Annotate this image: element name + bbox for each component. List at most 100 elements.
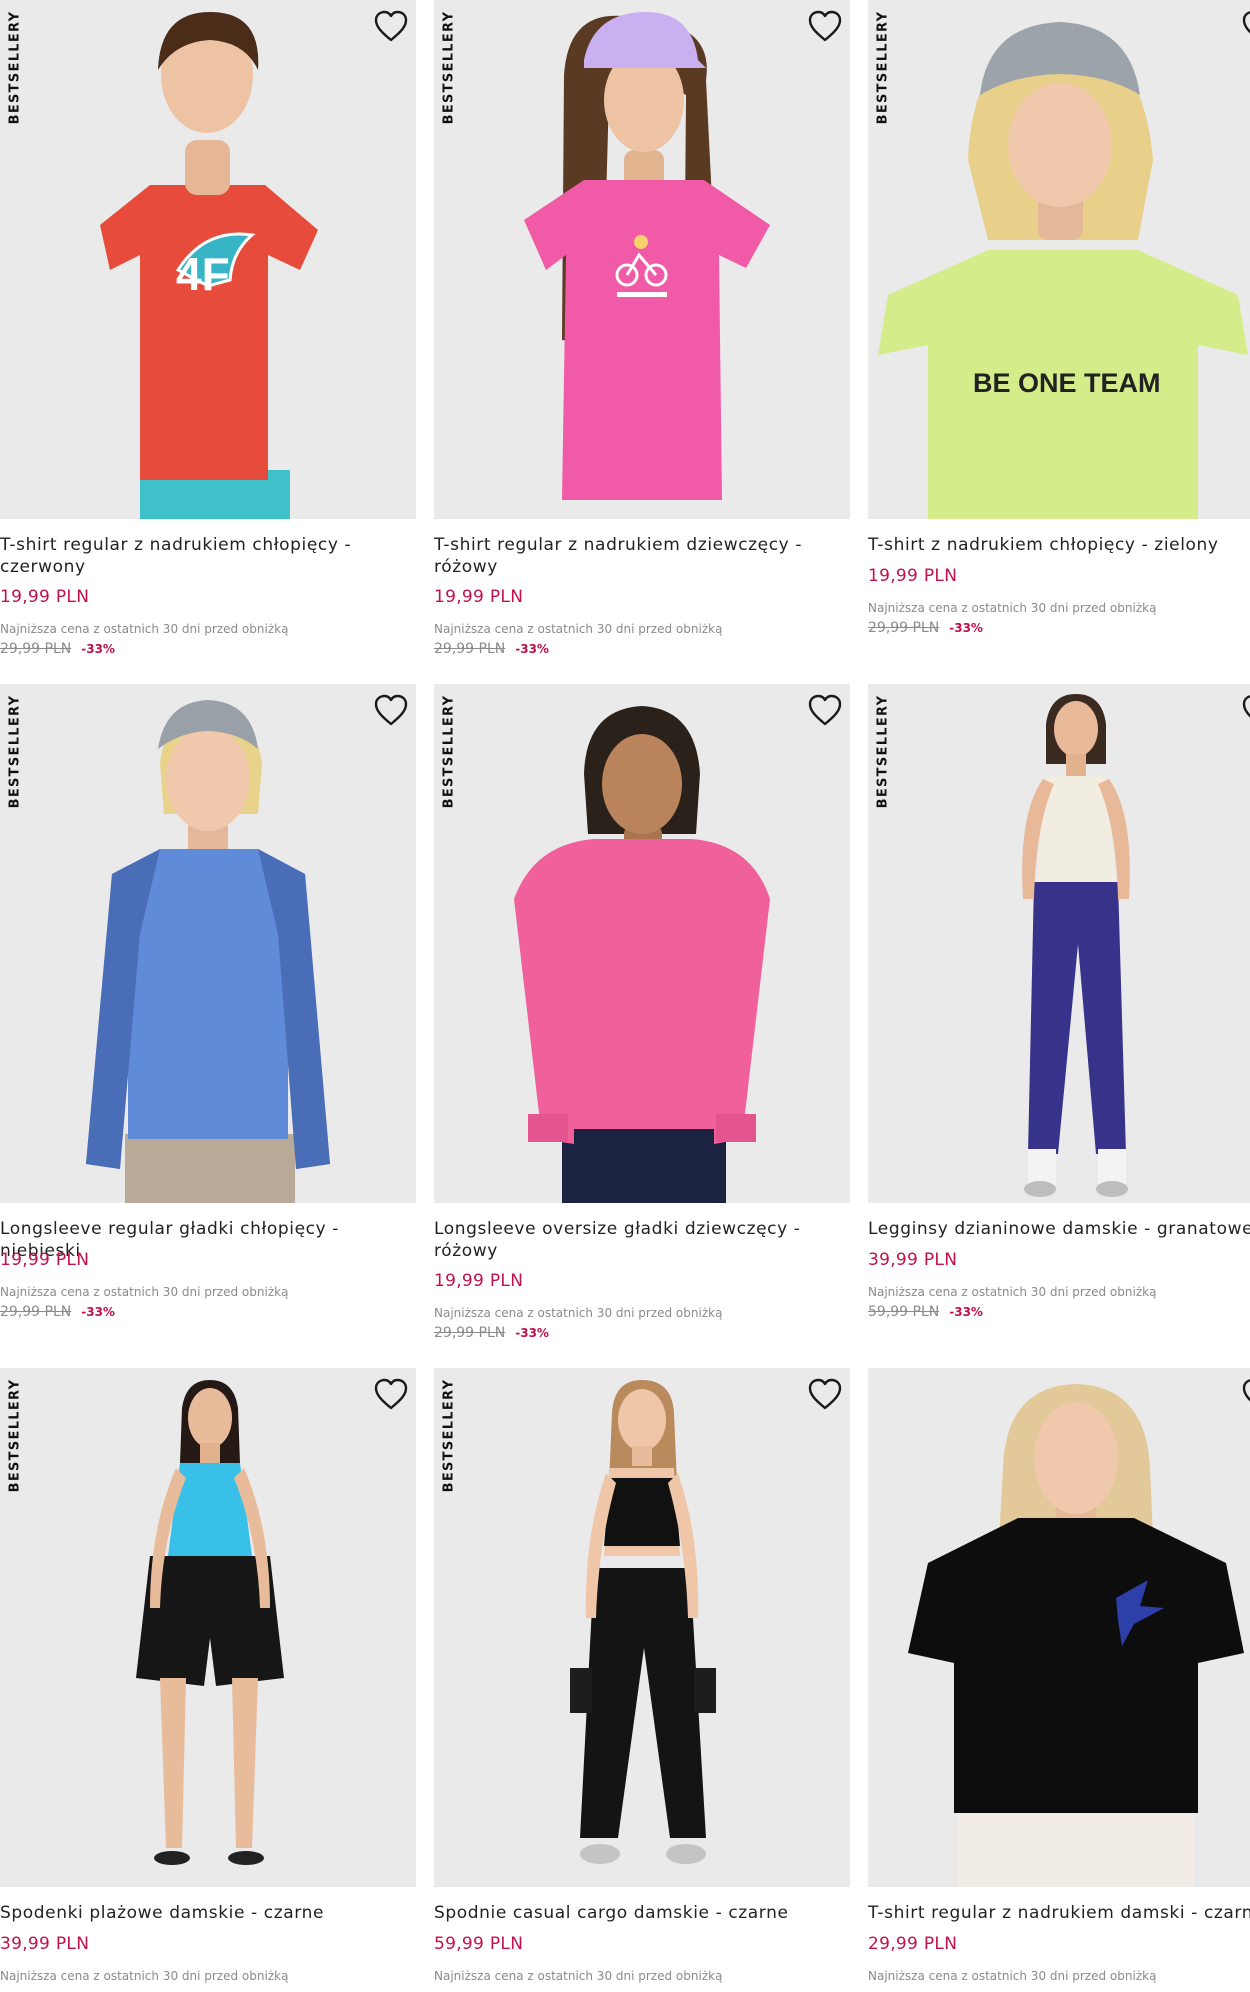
bestseller-badge: BESTSELLERY bbox=[440, 6, 458, 128]
product-image[interactable]: BESTSELLERY bbox=[434, 0, 850, 519]
product-price: 29,99 PLN bbox=[868, 1934, 958, 1954]
product-image[interactable]: BESTSELLERY bbox=[434, 684, 850, 1203]
product-price: 19,99 PLN bbox=[0, 587, 90, 607]
product-price: 19,99 PLN bbox=[868, 566, 958, 586]
favorite-button[interactable] bbox=[1240, 8, 1250, 46]
bestseller-badge: BESTSELLERY bbox=[874, 6, 892, 128]
product-name[interactable]: T-shirt regular z nadrukiem damski - cza… bbox=[868, 1902, 1250, 1924]
product-price: 39,99 PLN bbox=[868, 1250, 958, 1270]
product-image[interactable]: BESTSELLERY bbox=[868, 684, 1250, 1203]
product-image[interactable]: BESTSELLERY bbox=[434, 1368, 850, 1887]
favorite-button[interactable] bbox=[806, 692, 844, 730]
lowest-price-note: Najniższa cena z ostatnich 30 dni przed … bbox=[868, 601, 1157, 615]
product-card[interactable]: BESTSELLERY Legginsy dzianinowe damskie … bbox=[868, 684, 1250, 1368]
product-image[interactable]: BESTSELLERY bbox=[0, 1368, 416, 1887]
previous-price: 29,99 PLN bbox=[434, 641, 506, 657]
product-price: 19,99 PLN bbox=[434, 1271, 524, 1291]
product-image[interactable] bbox=[868, 1368, 1250, 1887]
discount-label: -33% bbox=[515, 642, 549, 656]
discount-label: -33% bbox=[949, 1305, 983, 1319]
product-photo bbox=[0, 1368, 416, 1887]
product-photo bbox=[434, 1368, 850, 1887]
lowest-price-note: Najniższa cena z ostatnich 30 dni przed … bbox=[0, 622, 289, 636]
heart-icon bbox=[1242, 1379, 1250, 1402]
product-photo bbox=[868, 684, 1250, 1203]
product-name[interactable]: T-shirt regular z nadrukiem dziewczęcy -… bbox=[434, 534, 844, 578]
previous-price-line: 29,99 PLN -33% bbox=[0, 641, 115, 657]
product-name[interactable]: T-shirt regular z nadrukiem chłopięcy - … bbox=[0, 534, 410, 578]
product-name[interactable]: T-shirt z nadrukiem chłopięcy - zielony bbox=[868, 534, 1250, 556]
favorite-button[interactable] bbox=[372, 692, 410, 730]
heart-icon bbox=[1242, 11, 1250, 34]
favorite-button[interactable] bbox=[1240, 692, 1250, 730]
bestseller-badge-text: BESTSELLERY bbox=[441, 694, 457, 808]
product-card[interactable]: 4F BESTSELLERY T-shirt regular z nadruki… bbox=[0, 0, 416, 684]
product-card[interactable]: BESTSELLERY Longsleeve regular gładki ch… bbox=[0, 684, 416, 1368]
bestseller-badge: BESTSELLERY bbox=[874, 690, 892, 812]
product-photo bbox=[434, 0, 850, 519]
previous-price-line: 29,99 PLN -33% bbox=[434, 1325, 549, 1341]
bestseller-badge-text: BESTSELLERY bbox=[875, 10, 891, 124]
product-image[interactable]: BE ONE TEAM BESTSELLERY bbox=[868, 0, 1250, 519]
print-logo: 4F bbox=[176, 248, 230, 300]
product-name[interactable]: Spodnie casual cargo damskie - czarne bbox=[434, 1902, 844, 1924]
heart-icon bbox=[374, 1378, 408, 1410]
product-card[interactable]: BESTSELLERY Spodenki plażowe damskie - c… bbox=[0, 1368, 416, 1992]
previous-price-line: 59,99 PLN -33% bbox=[868, 1304, 983, 1320]
lowest-price-note: Najniższa cena z ostatnich 30 dni przed … bbox=[0, 1285, 289, 1299]
bestseller-badge: BESTSELLERY bbox=[6, 1374, 24, 1496]
heart-icon bbox=[374, 10, 408, 42]
product-card[interactable]: BE ONE TEAM BESTSELLERY T-shirt z nadruk… bbox=[868, 0, 1250, 684]
product-photo bbox=[0, 684, 416, 1203]
product-name[interactable]: Legginsy dzianinowe damskie - granatowe bbox=[868, 1218, 1250, 1240]
product-name[interactable]: Longsleeve oversize gładki dziewczęcy - … bbox=[434, 1218, 844, 1262]
product-image[interactable]: BESTSELLERY bbox=[0, 684, 416, 1203]
heart-icon bbox=[808, 10, 842, 42]
heart-icon bbox=[1242, 695, 1250, 718]
bestseller-badge: BESTSELLERY bbox=[6, 690, 24, 812]
favorite-button[interactable] bbox=[372, 1376, 410, 1414]
product-photo: 4F bbox=[0, 0, 416, 519]
product-image[interactable]: 4F BESTSELLERY bbox=[0, 0, 416, 519]
bestseller-badge-text: BESTSELLERY bbox=[7, 1378, 23, 1492]
product-photo: BE ONE TEAM bbox=[868, 0, 1250, 519]
product-card[interactable]: T-shirt regular z nadrukiem damski - cza… bbox=[868, 1368, 1250, 1992]
favorite-button[interactable] bbox=[372, 8, 410, 46]
bestseller-badge-text: BESTSELLERY bbox=[441, 1378, 457, 1492]
previous-price: 29,99 PLN bbox=[0, 641, 72, 657]
bestseller-badge: BESTSELLERY bbox=[440, 690, 458, 812]
product-card[interactable]: BESTSELLERY T-shirt regular z nadrukiem … bbox=[434, 0, 850, 684]
previous-price-line: 29,99 PLN -33% bbox=[868, 620, 983, 636]
discount-label: -33% bbox=[949, 621, 983, 635]
heart-icon bbox=[808, 1378, 842, 1410]
product-grid: 4F BESTSELLERY T-shirt regular z nadruki… bbox=[0, 0, 1250, 1992]
discount-label: -33% bbox=[81, 642, 115, 656]
product-price: 19,99 PLN bbox=[0, 1250, 90, 1270]
discount-label: -33% bbox=[515, 1326, 549, 1340]
favorite-button[interactable] bbox=[1240, 1376, 1250, 1414]
discount-label: -33% bbox=[81, 1305, 115, 1319]
lowest-price-note: Najniższa cena z ostatnich 30 dni przed … bbox=[868, 1969, 1157, 1983]
product-card[interactable]: BESTSELLERY Spodnie casual cargo damskie… bbox=[434, 1368, 850, 1992]
product-name[interactable]: Spodenki plażowe damskie - czarne bbox=[0, 1902, 410, 1924]
previous-price-line: 29,99 PLN -33% bbox=[434, 641, 549, 657]
lowest-price-note: Najniższa cena z ostatnich 30 dni przed … bbox=[0, 1969, 289, 1983]
favorite-button[interactable] bbox=[806, 8, 844, 46]
previous-price: 29,99 PLN bbox=[0, 1304, 72, 1320]
previous-price: 29,99 PLN bbox=[434, 1325, 506, 1341]
bestseller-badge-text: BESTSELLERY bbox=[7, 694, 23, 808]
lowest-price-note: Najniższa cena z ostatnich 30 dni przed … bbox=[434, 1306, 723, 1320]
lowest-price-note: Najniższa cena z ostatnich 30 dni przed … bbox=[868, 1285, 1157, 1299]
bestseller-badge-text: BESTSELLERY bbox=[7, 10, 23, 124]
product-photo bbox=[868, 1368, 1250, 1887]
product-card[interactable]: BESTSELLERY Longsleeve oversize gładki d… bbox=[434, 684, 850, 1368]
bestseller-badge: BESTSELLERY bbox=[6, 6, 24, 128]
product-price: 39,99 PLN bbox=[0, 1934, 90, 1954]
product-photo bbox=[434, 684, 850, 1203]
lowest-price-note: Najniższa cena z ostatnich 30 dni przed … bbox=[434, 1969, 723, 1983]
bestseller-badge-text: BESTSELLERY bbox=[875, 694, 891, 808]
product-price: 19,99 PLN bbox=[434, 587, 524, 607]
bestseller-badge-text: BESTSELLERY bbox=[441, 10, 457, 124]
heart-icon bbox=[374, 694, 408, 726]
favorite-button[interactable] bbox=[806, 1376, 844, 1414]
